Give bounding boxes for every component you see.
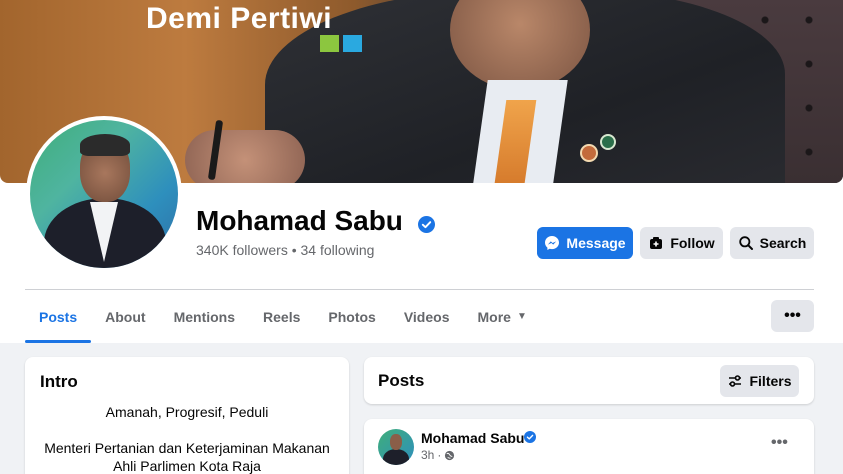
globe-icon: [445, 450, 455, 460]
intro-card: Intro Amanah, Progresif, Peduli Menteri …: [25, 357, 349, 474]
post-author-name[interactable]: Mohamad Sabu: [421, 430, 524, 446]
more-options-button[interactable]: •••: [771, 300, 814, 332]
verified-badge-icon: [524, 431, 536, 443]
post-timestamp: 3h ·: [421, 448, 455, 462]
follower-stats: 340K followers • 34 following: [196, 242, 374, 258]
following-count[interactable]: 34 following: [301, 242, 375, 258]
filters-icon: [729, 375, 742, 387]
cover-blue-square: [343, 35, 362, 52]
tab-videos[interactable]: Videos: [390, 290, 464, 343]
verified-badge-icon: [418, 216, 435, 233]
profile-name: Mohamad Sabu: [196, 205, 403, 236]
messenger-icon: [545, 236, 560, 250]
search-icon: [738, 236, 753, 250]
follow-button[interactable]: Follow: [640, 227, 723, 259]
message-button-label: Message: [566, 235, 626, 251]
intro-bio-line: Ahli Parlimen Kota Raja: [113, 458, 261, 474]
cover-slogan: Demi Pertiwi: [146, 2, 333, 35]
profile-avatar[interactable]: [26, 116, 182, 272]
profile-tabs: Posts About Mentions Reels Photos Videos…: [25, 290, 541, 343]
filters-label: Filters: [749, 373, 792, 389]
ellipsis-icon: •••: [784, 307, 801, 324]
tab-mentions[interactable]: Mentions: [160, 290, 249, 343]
stats-separator: •: [291, 242, 297, 258]
profile-page: Demi Pertiwi Mohamad Sabu 340K followers…: [0, 0, 843, 474]
intro-bio-line: Menteri Pertanian dan Keterjaminan Makan…: [44, 440, 330, 456]
follow-icon: [650, 237, 663, 249]
posts-title: Posts: [378, 371, 425, 390]
follow-button-label: Follow: [670, 235, 715, 251]
tab-more[interactable]: More ▼: [463, 290, 540, 343]
cover-green-square: [320, 35, 339, 52]
intro-bio-line: Amanah, Progresif, Peduli: [105, 404, 269, 420]
tab-photos[interactable]: Photos: [314, 290, 389, 343]
post-author-avatar[interactable]: [378, 429, 414, 465]
time-separator: ·: [437, 448, 442, 462]
tab-reels[interactable]: Reels: [249, 290, 314, 343]
search-button-label: Search: [759, 235, 807, 251]
posts-header-card: Posts Filters: [364, 357, 814, 404]
filters-button[interactable]: Filters: [720, 365, 799, 397]
profile-header: Demi Pertiwi Mohamad Sabu 340K followers…: [0, 0, 843, 343]
post-time[interactable]: 3h: [421, 448, 434, 462]
post-options-button[interactable]: •••: [771, 434, 788, 452]
tab-about[interactable]: About: [91, 290, 159, 343]
search-button[interactable]: Search: [730, 227, 814, 259]
ellipsis-icon: •••: [771, 434, 788, 451]
intro-title: Intro: [40, 372, 78, 391]
post-card: Mohamad Sabu 3h · •••: [364, 419, 814, 474]
tab-posts[interactable]: Posts: [25, 290, 92, 343]
message-button[interactable]: Message: [537, 227, 633, 259]
caret-down-icon: ▼: [516, 311, 527, 322]
followers-count[interactable]: 340K followers: [196, 242, 288, 258]
